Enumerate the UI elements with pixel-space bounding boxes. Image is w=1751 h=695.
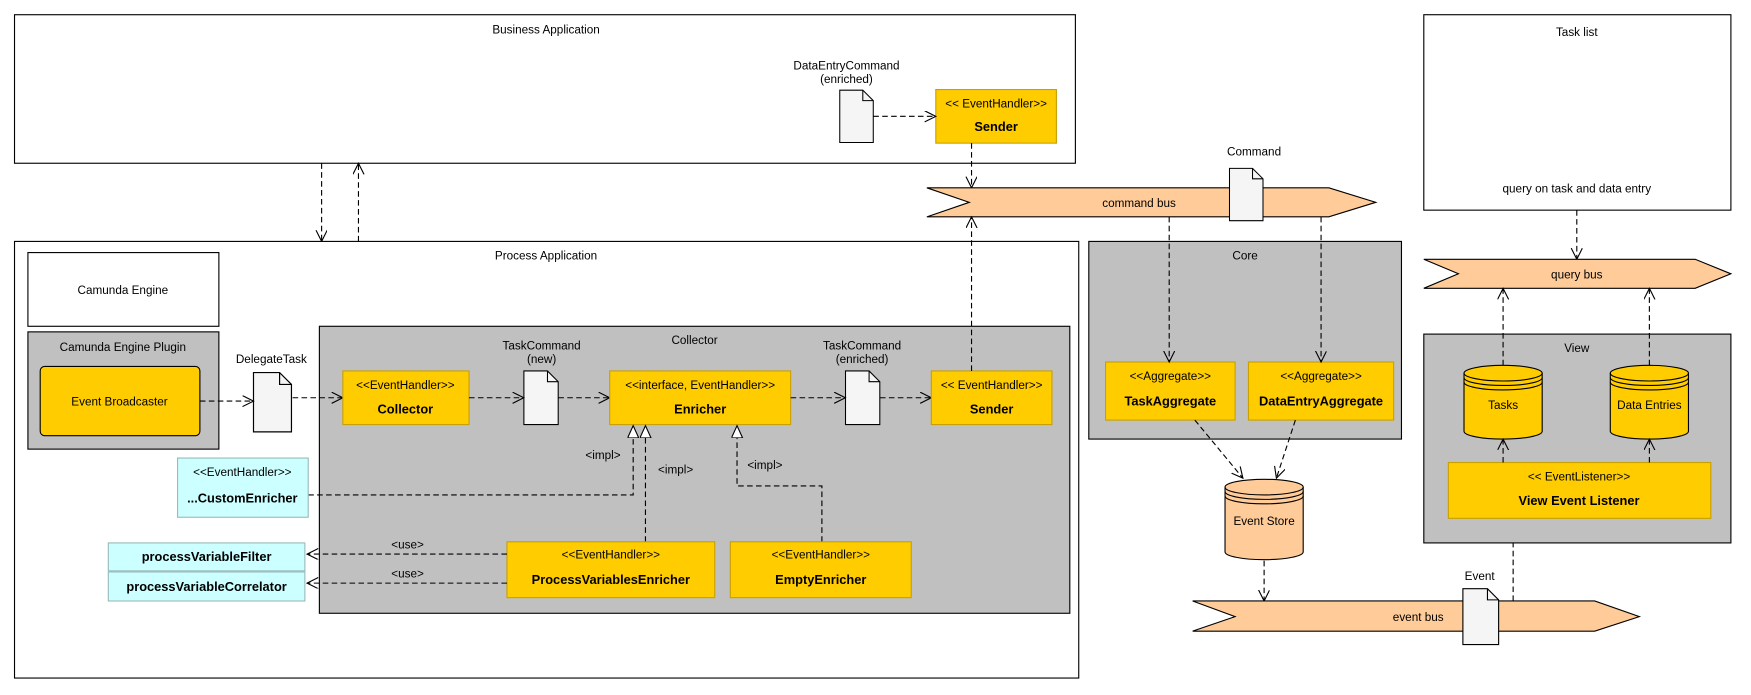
view-event-listener[interactable]: << EventListener>> View Event Listener [1447, 461, 1712, 519]
document-icon [844, 370, 881, 426]
component-name: EmptyEnricher [775, 572, 866, 587]
component-name: Enricher [674, 401, 726, 416]
task-list-note: query on task and data entry [1503, 182, 1652, 195]
document-icon [839, 89, 874, 144]
component-name: Sender [970, 401, 1014, 416]
query-bus: query bus [1423, 258, 1733, 289]
task-aggregate[interactable]: <<Aggregate>> TaskAggregate [1104, 361, 1236, 421]
process-application: Process Application Camunda Engine Camun… [13, 217, 1080, 679]
stereotype: <<EventHandler>> [562, 549, 661, 562]
document-icon [1462, 588, 1500, 646]
business-application: Business Application DataEntryCommand (e… [13, 14, 1076, 164]
view: View Tasks Data Entries << EventListener… [1423, 333, 1732, 544]
business-sender[interactable]: << EventHandler>> Sender [935, 88, 1057, 144]
collector-sender[interactable]: << EventHandler>> Sender [930, 370, 1053, 426]
data-entry-command-sublabel: (enriched) [820, 73, 873, 86]
document-icon [523, 370, 559, 426]
component-name: Collector [378, 401, 434, 416]
component-name: ProcessVariablesEnricher [532, 572, 690, 587]
command-bus-label: command bus [1102, 197, 1176, 210]
document-icon [1228, 167, 1264, 222]
data-entries-label: Data Entries [1617, 399, 1682, 412]
architecture-diagram: Business Application DataEntryCommand (e… [13, 14, 1733, 679]
task-command-sublabel: (new) [527, 353, 556, 366]
event-store[interactable]: Event Store [1224, 478, 1304, 561]
task-command-sublabel: (enriched) [836, 353, 889, 366]
command-message-label: Command [1227, 145, 1281, 158]
component-name: View Event Listener [1519, 493, 1640, 508]
task-list: Task list query on task and data entry [1423, 14, 1732, 211]
process-variables-enricher[interactable]: <<EventHandler>> ProcessVariablesEnriche… [506, 541, 716, 599]
process-application-title: Process Application [495, 249, 597, 262]
process-variable-filter[interactable]: processVariableFilter [107, 542, 306, 572]
impl-label: <impl> [747, 459, 782, 472]
enricher-interface[interactable]: <<interface, EventHandler>> Enricher [609, 370, 792, 426]
core: Core <<Aggregate>> TaskAggregate <<Aggre… [1088, 240, 1403, 440]
camunda-engine-label: Camunda Engine [78, 284, 169, 297]
view-title: View [1564, 342, 1590, 355]
process-variable-correlator[interactable]: processVariableCorrelator [107, 571, 306, 602]
component-name: processVariableCorrelator [126, 579, 286, 594]
task-command-label: TaskCommand [503, 340, 581, 353]
component-name: processVariableFilter [142, 549, 272, 564]
use-label: <use> [391, 539, 424, 552]
tasks-store[interactable]: Tasks [1463, 364, 1543, 440]
collector[interactable]: <<EventHandler>> Collector [342, 370, 470, 426]
component-name: TaskAggregate [1124, 394, 1216, 409]
stereotype: <<Aggregate>> [1130, 370, 1212, 383]
event-bus-label: event bus [1393, 611, 1444, 624]
empty-enricher[interactable]: <<EventHandler>> EmptyEnricher [729, 541, 912, 599]
component-name: Sender [974, 119, 1018, 134]
data-entry-aggregate[interactable]: <<Aggregate>> DataEntryAggregate [1247, 361, 1395, 421]
stereotype: << EventHandler>> [941, 379, 1043, 392]
stereotype: <<EventHandler>> [193, 466, 292, 479]
component-name: ...CustomEnricher [187, 491, 298, 506]
data-entry-command-label: DataEntryCommand [793, 59, 899, 72]
collector-group-title: Collector [671, 334, 717, 347]
task-list-title: Task list [1556, 26, 1598, 39]
event-broadcaster-label: Event Broadcaster [71, 396, 168, 409]
stereotype: <<interface, EventHandler>> [625, 379, 775, 392]
stereotype: <<EventHandler>> [356, 379, 455, 392]
stereotype: << EventHandler>> [945, 97, 1047, 110]
custom-enricher[interactable]: <<EventHandler>> ...CustomEnricher [176, 457, 309, 518]
stereotype: << EventListener>> [1528, 470, 1630, 483]
plugin-title: Camunda Engine Plugin [60, 341, 186, 354]
query-bus-label: query bus [1551, 268, 1603, 281]
document-icon [252, 371, 293, 433]
event-message-label: Event [1465, 570, 1496, 583]
impl-label: <impl> [658, 464, 693, 477]
business-application-title: Business Application [492, 24, 600, 37]
use-label: <use> [391, 568, 424, 581]
delegate-task-label: DelegateTask [236, 353, 307, 366]
component-name: DataEntryAggregate [1259, 394, 1383, 409]
tasks-label: Tasks [1488, 399, 1518, 412]
task-command-label: TaskCommand [823, 340, 901, 353]
stereotype: <<Aggregate>> [1280, 370, 1362, 383]
stereotype: <<EventHandler>> [772, 549, 871, 562]
event-store-label: Event Store [1233, 515, 1294, 528]
core-title: Core [1232, 249, 1257, 262]
impl-label: <impl> [585, 449, 620, 462]
event-bus: event bus Event [1192, 570, 1642, 646]
data-entries-store[interactable]: Data Entries [1609, 364, 1690, 440]
